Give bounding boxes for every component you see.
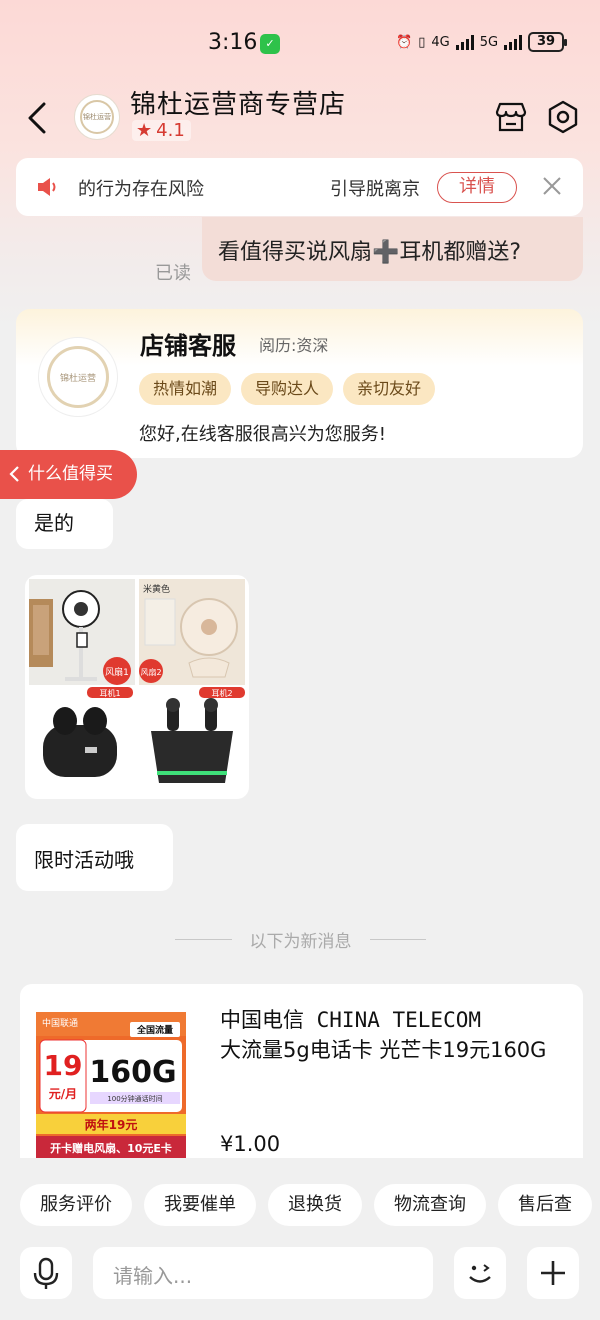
thumb-price-num: 19: [44, 1049, 83, 1082]
source-float-tag[interactable]: 什么值得买: [0, 450, 137, 499]
emoji-button[interactable]: [454, 1247, 506, 1299]
agent-logo: 锦杜运营: [47, 346, 109, 408]
speaker-icon: [38, 178, 56, 196]
agent-tag: 热情如潮: [139, 373, 232, 405]
quick-action-urge-order[interactable]: 我要催单: [144, 1184, 256, 1226]
product-price: ¥1.00: [220, 1132, 281, 1156]
quick-action-after-sales[interactable]: 售后查: [498, 1184, 592, 1226]
thumb-brand: 中国联通: [42, 1017, 78, 1029]
new-message-divider: 以下为新消息: [175, 927, 426, 952]
quick-action-logistics[interactable]: 物流查询: [374, 1184, 486, 1226]
thumb-tag: 全国流量: [136, 1024, 173, 1036]
outgoing-message[interactable]: 看值得买说风扇➕耳机都赠送?: [202, 217, 583, 281]
agent-greeting: 您好,在线客服很高兴为您服务!: [139, 424, 386, 445]
store-name[interactable]: 锦杜运营商专营店: [130, 84, 346, 121]
thumb-promo1: 两年19元: [85, 1117, 138, 1132]
notice-text-left: 的行为存在风险: [78, 179, 204, 200]
risk-notice-bar: 的行为存在风险 引导脱离京 详情: [16, 158, 583, 216]
shop-icon[interactable]: [494, 100, 528, 134]
notice-detail-button[interactable]: 详情: [437, 172, 517, 203]
product-card[interactable]: 中国联通 全国流量 19 元/月 160G 100分钟通话时间 两年19元 开卡…: [20, 984, 583, 1158]
product-title-line2: 大流量5g电话卡 光芒卡19元160G: [220, 1038, 547, 1062]
quick-action-return[interactable]: 退换货: [268, 1184, 362, 1226]
image-message[interactable]: 风扇1 米黄色 风扇2 耳机1 耳机2: [25, 575, 249, 799]
fan2-badge: 风扇2: [140, 667, 161, 677]
product-thumbnail: 中国联通 全国流量 19 元/月 160G 100分钟通话时间 两年19元 开卡…: [36, 1012, 186, 1158]
close-icon[interactable]: [540, 174, 564, 198]
thumb-price-unit: 元/月: [49, 1087, 77, 1101]
wechat-icon: ✓: [260, 34, 280, 54]
voice-button[interactable]: [20, 1247, 72, 1299]
agent-tags: 热情如潮 导购达人 亲切友好: [139, 373, 436, 405]
incoming-message[interactable]: 限时活动哦: [16, 824, 173, 891]
divider-label: 以下为新消息: [249, 932, 352, 952]
divider-line: [369, 939, 426, 940]
store-rating: ★ 4.1: [132, 120, 191, 141]
chevron-left-icon: [9, 466, 19, 482]
message-input[interactable]: 请输入...: [93, 1247, 433, 1299]
settings-icon[interactable]: [546, 100, 580, 134]
more-button[interactable]: [527, 1247, 579, 1299]
thumb-promo2: 开卡赠电风扇、10元E卡: [50, 1141, 172, 1155]
network-5g-label: 5G: [479, 34, 499, 50]
emoji-wink-icon: [469, 1264, 491, 1283]
vibrate-icon: ▯: [418, 34, 426, 50]
divider-line: [175, 939, 232, 940]
quick-actions: 服务评价 我要催单 退换货 物流查询 售后查: [20, 1184, 592, 1226]
signal-icon-2: [504, 34, 523, 50]
battery-icon: 39: [528, 32, 568, 52]
float-tag-label: 什么值得买: [28, 464, 113, 484]
notice-text-right: 引导脱离京: [330, 179, 420, 200]
thumb-data: 160G: [89, 1055, 176, 1090]
agent-level: 阅历:资深: [259, 336, 329, 355]
store-logo: 锦杜运营: [80, 100, 114, 134]
product-title-line1: 中国电信 CHINA TELECOM: [220, 1008, 482, 1032]
agent-tag: 导购达人: [241, 373, 334, 405]
alarm-icon: ⏰: [396, 34, 413, 50]
signal-icon: [455, 34, 474, 50]
product-collage-image: 风扇1 米黄色 风扇2 耳机1 耳机2: [29, 579, 245, 795]
thumb-minutes: 100分钟通话时间: [107, 1094, 162, 1103]
agent-avatar[interactable]: 锦杜运营: [38, 337, 118, 417]
agent-card: 锦杜运营 店铺客服 阅历:资深 热情如潮 导购达人 亲切友好 您好,在线客服很高…: [16, 309, 583, 458]
plus-icon: [541, 1261, 565, 1285]
star-icon: ★: [136, 120, 153, 141]
fan-color-label: 米黄色: [143, 583, 170, 595]
rating-value: 4.1: [156, 120, 185, 141]
ear1-badge: 耳机1: [99, 688, 120, 698]
back-arrow-icon[interactable]: [24, 100, 54, 136]
fan1-badge: 风扇1: [105, 666, 129, 678]
agent-title: 店铺客服: [140, 332, 236, 360]
incoming-message[interactable]: 是的: [16, 499, 113, 549]
quick-action-service-rating[interactable]: 服务评价: [20, 1184, 132, 1226]
store-avatar[interactable]: 锦杜运营: [74, 94, 120, 140]
read-status: 已读: [155, 263, 191, 284]
microphone-icon: [33, 1257, 59, 1289]
status-icons: ⏰ ▯ 4G 5G 39: [396, 32, 568, 52]
network-4g-label: 4G: [431, 34, 450, 50]
status-time: 3:16: [208, 30, 258, 55]
agent-tag: 亲切友好: [343, 373, 436, 405]
ear2-badge: 耳机2: [211, 688, 232, 698]
